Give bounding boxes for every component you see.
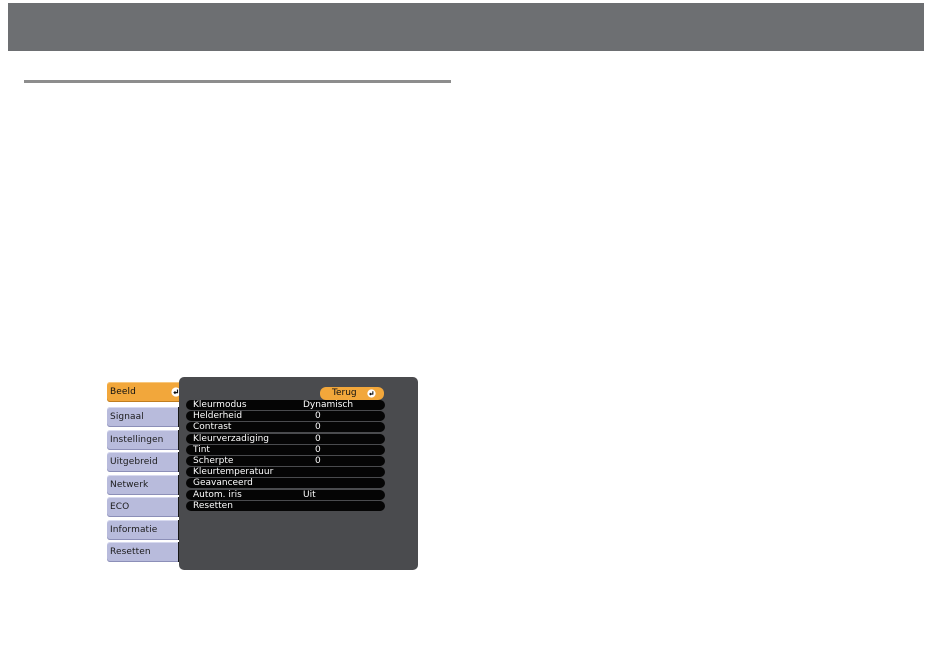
settings-list: Kleurmodus Dynamisch Helderheid 0 Contra… xyxy=(186,400,385,512)
menu-item-label: Beeld xyxy=(110,387,136,397)
setting-label: Resetten xyxy=(193,500,233,511)
menu-item-uitgebreid[interactable]: Uitgebreid xyxy=(107,452,178,472)
setting-value: 0 xyxy=(315,444,321,455)
setting-row-helderheid[interactable]: Helderheid 0 xyxy=(186,411,385,422)
setting-label: Kleurverzadiging xyxy=(193,433,269,444)
setting-row-kleurverzadiging[interactable]: Kleurverzadiging 0 xyxy=(186,433,385,444)
setting-label: Geavanceerd xyxy=(193,478,253,489)
setting-value: 0 xyxy=(315,433,321,444)
section-divider xyxy=(24,80,451,83)
setting-label: Contrast xyxy=(193,422,232,433)
menu-item-label: Signaal xyxy=(110,412,144,422)
menu-item-instellingen[interactable]: Instellingen xyxy=(107,430,178,450)
menu-item-netwerk[interactable]: Netwerk xyxy=(107,475,178,495)
setting-row-scherpte[interactable]: Scherpte 0 xyxy=(186,455,385,466)
enter-icon xyxy=(367,389,376,398)
projector-osd-menu: Beeld Signaal Instellingen Uitgebreid Ne… xyxy=(105,377,418,570)
back-button-label: Terug xyxy=(332,388,357,398)
setting-label: Kleurmodus xyxy=(193,400,247,410)
menu-item-label: Informatie xyxy=(110,525,158,535)
setting-value: Dynamisch xyxy=(303,400,354,410)
setting-row-autom-iris[interactable]: Autom. iris Uit xyxy=(186,489,385,500)
menu-item-signaal[interactable]: Signaal xyxy=(107,407,178,427)
menu-item-resetten[interactable]: Resetten xyxy=(107,542,178,562)
setting-row-geavanceerd[interactable]: Geavanceerd xyxy=(186,478,385,489)
menu-item-informatie[interactable]: Informatie xyxy=(107,520,178,540)
menu-item-label: Netwerk xyxy=(110,480,149,490)
setting-value: 0 xyxy=(315,422,321,433)
setting-row-resetten[interactable]: Resetten xyxy=(186,500,385,511)
setting-value: Uit xyxy=(303,489,316,500)
setting-row-kleurtemperatuur[interactable]: Kleurtemperatuur xyxy=(186,467,385,478)
menu-item-label: ECO xyxy=(110,502,130,512)
setting-row-kleurmodus[interactable]: Kleurmodus Dynamisch xyxy=(186,400,385,410)
menu-item-label: Uitgebreid xyxy=(110,457,158,467)
setting-label: Tint xyxy=(193,444,210,455)
settings-panel: Terug Kleurmodus Dynamisch Helderheid 0 … xyxy=(179,377,418,570)
setting-label: Kleurtemperatuur xyxy=(193,467,274,478)
setting-row-tint[interactable]: Tint 0 xyxy=(186,444,385,455)
menu-item-eco[interactable]: ECO xyxy=(107,497,178,517)
setting-label: Helderheid xyxy=(193,411,243,422)
menu-item-label: Resetten xyxy=(110,547,151,557)
setting-value: 0 xyxy=(315,455,321,466)
back-button[interactable]: Terug xyxy=(320,387,384,400)
setting-label: Autom. iris xyxy=(193,489,242,500)
menu-item-label: Instellingen xyxy=(110,435,164,445)
side-menu: Beeld Signaal Instellingen Uitgebreid Ne… xyxy=(105,377,185,570)
setting-label: Scherpte xyxy=(193,455,234,466)
setting-row-contrast[interactable]: Contrast 0 xyxy=(186,422,385,433)
setting-value: 0 xyxy=(315,411,321,422)
header-bar xyxy=(8,3,924,51)
menu-item-beeld[interactable]: Beeld xyxy=(107,382,185,402)
